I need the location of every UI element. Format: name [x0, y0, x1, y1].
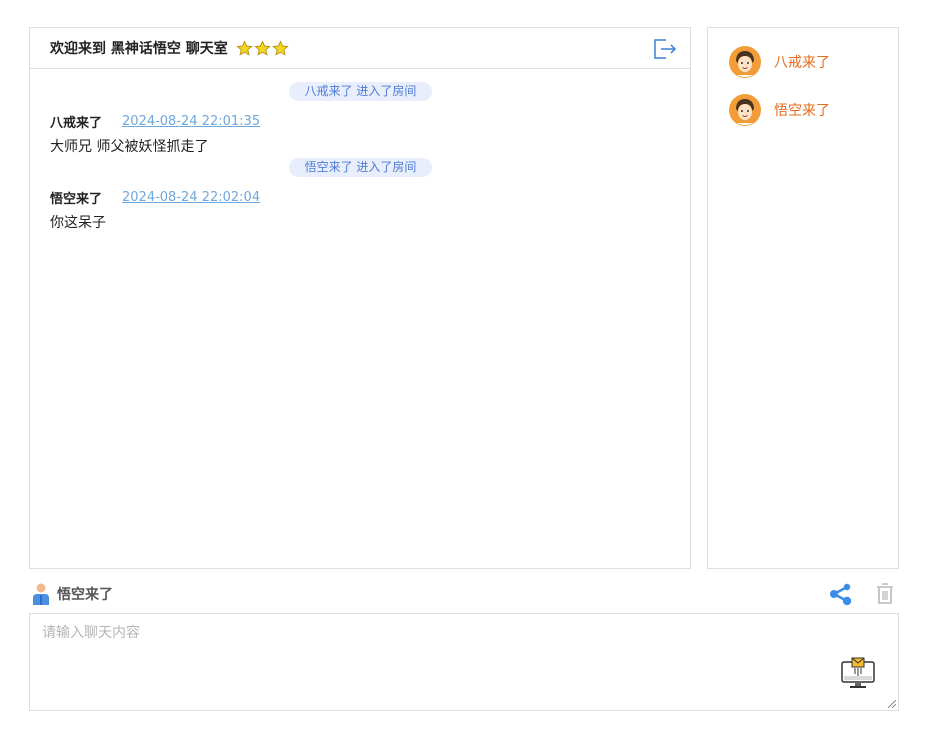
avatar-icon: [729, 46, 761, 78]
resize-handle-icon[interactable]: [888, 700, 896, 708]
online-users-panel: 八戒来了 悟空来了: [707, 27, 899, 569]
message-username: 悟空来了: [50, 192, 103, 207]
star-icon: [236, 39, 253, 56]
current-user-name: 悟空来了: [57, 587, 113, 603]
message-timestamp[interactable]: 2024-08-24 22:02:04: [122, 190, 260, 205]
current-user: 悟空来了: [33, 583, 113, 605]
message-meta: 八戒来了 2024-08-24 22:01:35: [50, 112, 260, 131]
system-notice: 八戒来了 进入了房间: [289, 82, 432, 101]
chat-input[interactable]: [30, 614, 898, 710]
send-button[interactable]: [840, 654, 876, 690]
message-meta: 悟空来了 2024-08-24 22:02:04: [50, 188, 260, 207]
trash-icon: [877, 583, 893, 604]
room-title: 欢迎来到 黑神话悟空 聊天室: [50, 41, 228, 57]
user-icon: [33, 583, 49, 605]
star-icon: [254, 39, 271, 56]
share-icon: [830, 583, 852, 606]
chat-input-box: [29, 613, 899, 711]
message-text: 你这呆子: [50, 215, 106, 231]
message-username: 八戒来了: [50, 116, 103, 131]
chat-panel: 欢迎来到 黑神话悟空 聊天室 八戒来了 进入了房间 八戒来了 2024-08-2…: [29, 27, 691, 569]
online-user-name: 八戒来了: [774, 55, 830, 71]
online-user-item[interactable]: 八戒来了: [728, 45, 830, 79]
online-user-name: 悟空来了: [774, 103, 830, 119]
chat-header: 欢迎来到 黑神话悟空 聊天室: [30, 28, 690, 69]
send-computer-icon: [841, 657, 875, 688]
exit-icon: [654, 39, 677, 59]
system-notice: 悟空来了 进入了房间: [289, 158, 432, 177]
avatar-icon: [729, 94, 761, 126]
share-button[interactable]: [829, 582, 853, 606]
clear-button[interactable]: [875, 581, 895, 605]
message-text: 大师兄 师父被妖怪抓走了: [50, 139, 209, 155]
exit-button[interactable]: [652, 36, 678, 60]
star-icon: [272, 39, 289, 56]
input-toolbar: 悟空来了: [29, 580, 899, 606]
message-timestamp[interactable]: 2024-08-24 22:01:35: [122, 114, 260, 129]
rating-stars: [236, 39, 289, 57]
online-user-item[interactable]: 悟空来了: [728, 93, 830, 127]
